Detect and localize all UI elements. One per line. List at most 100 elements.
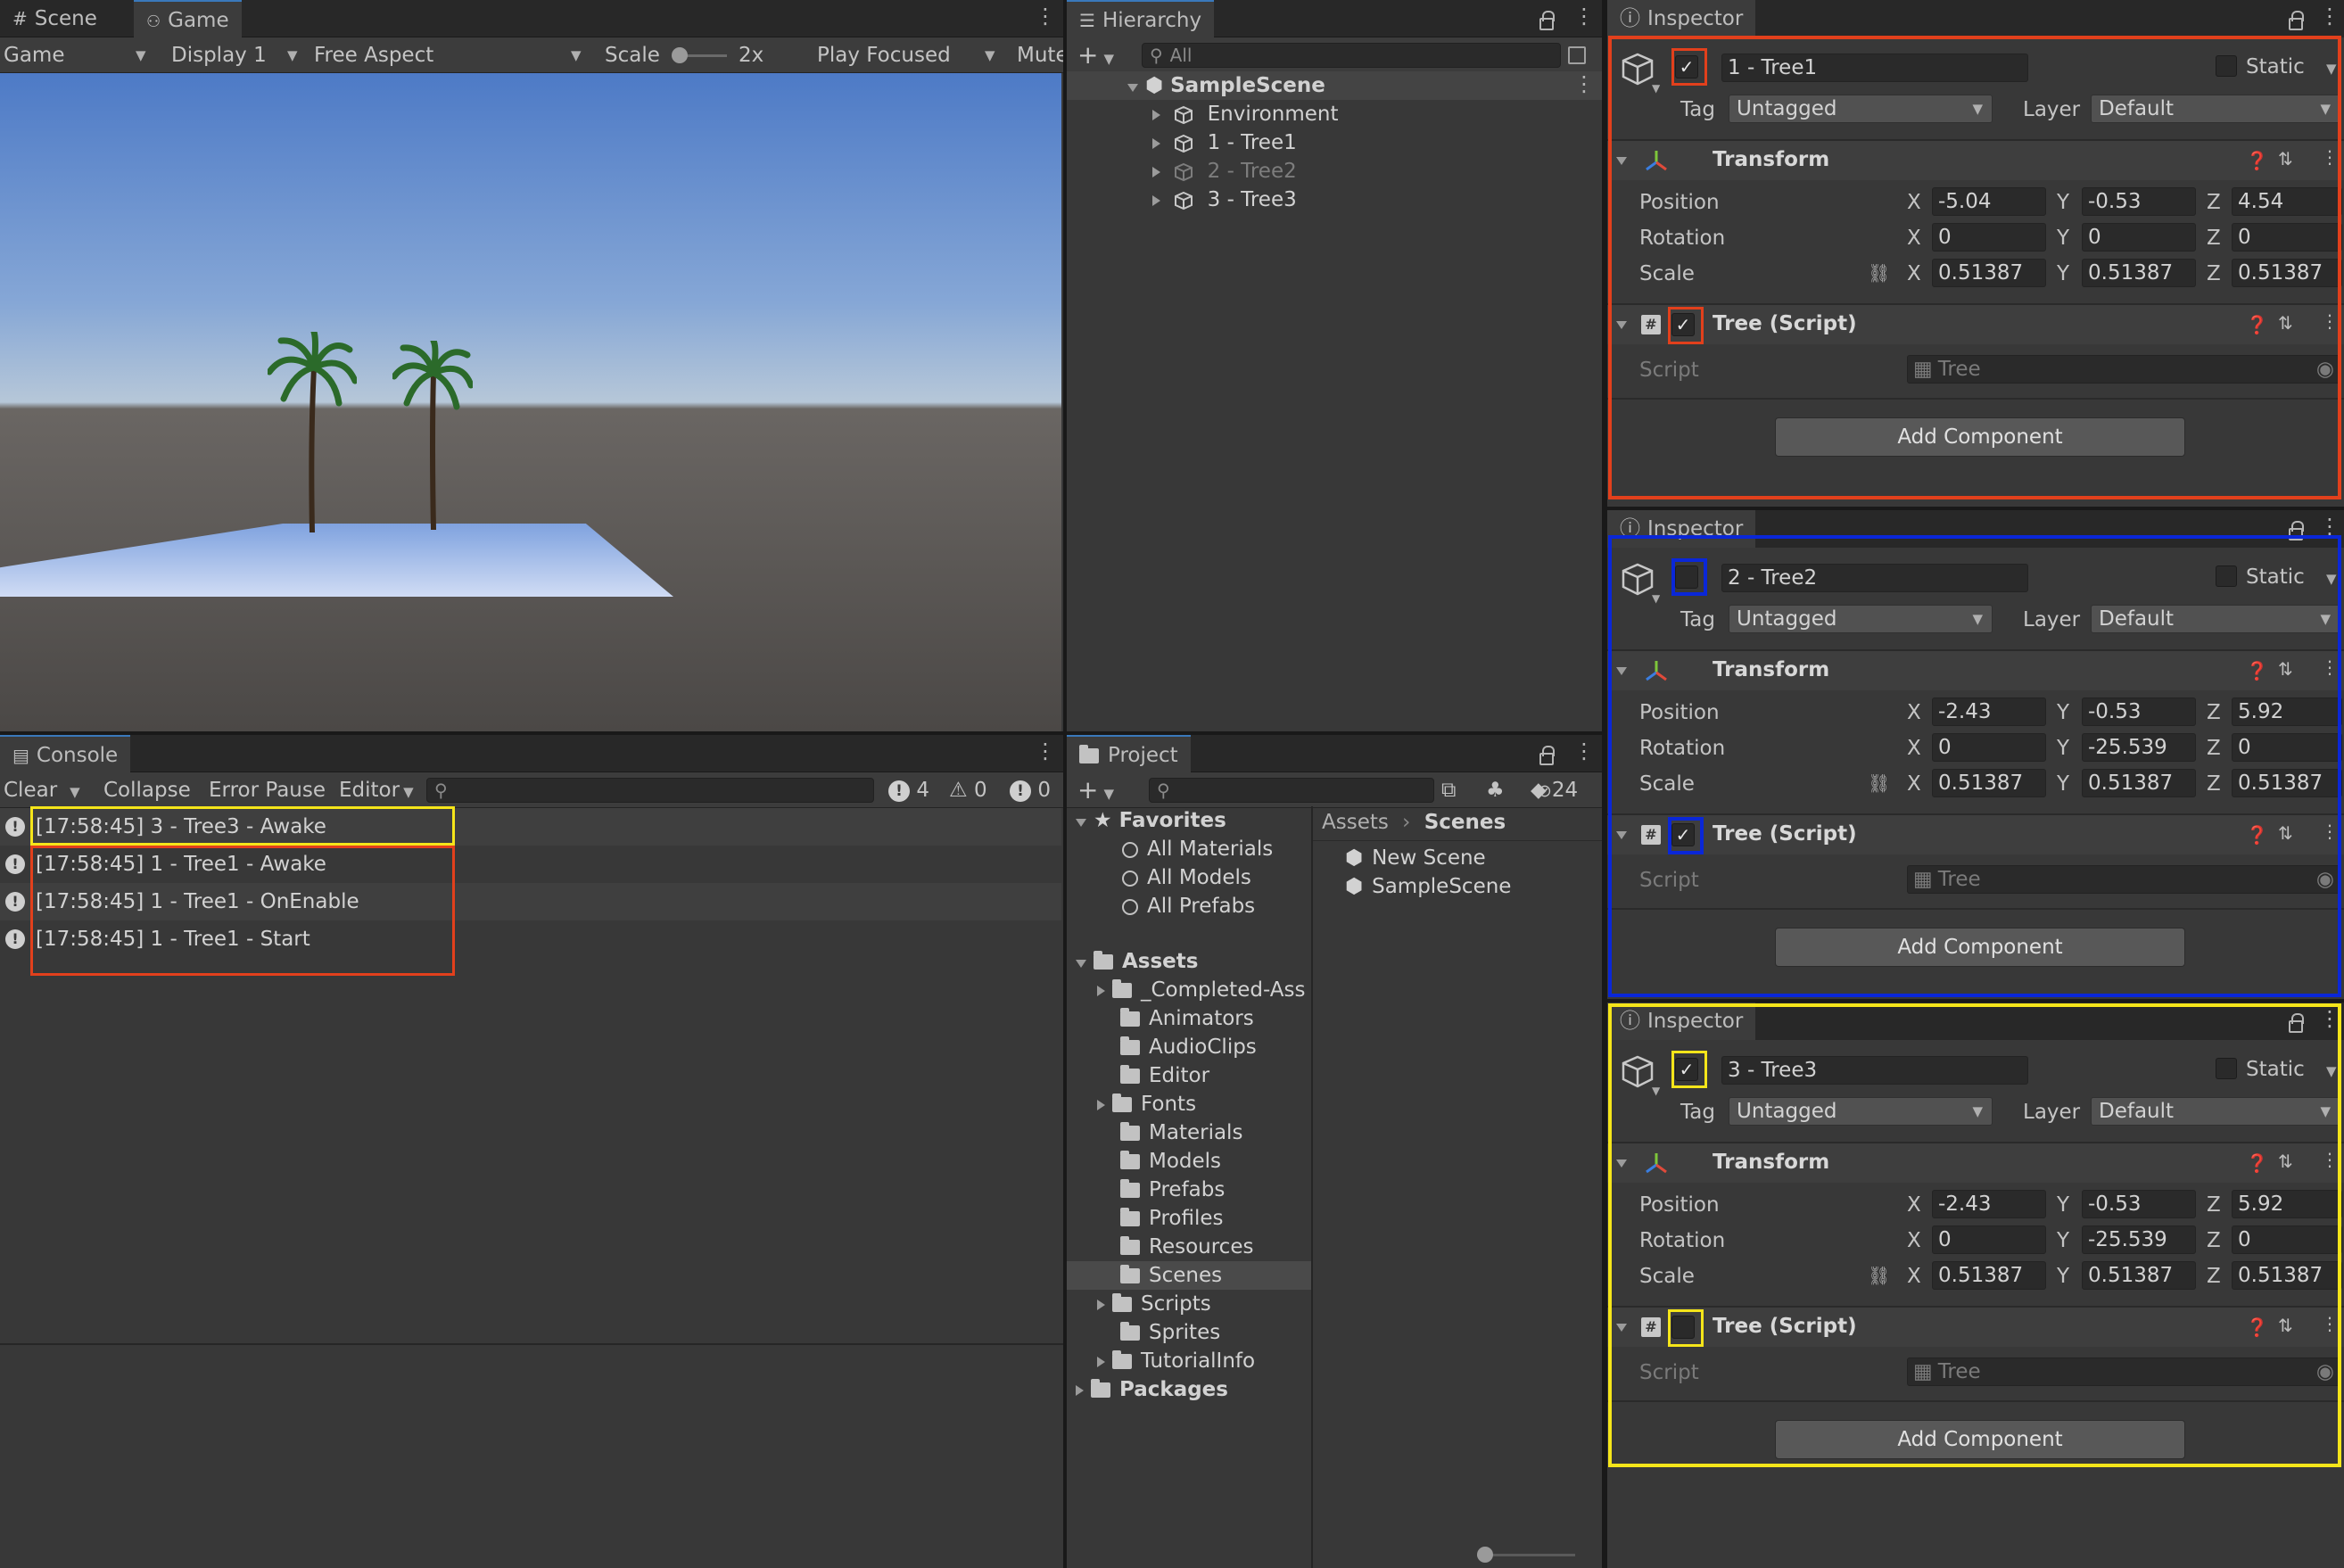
component-menu-icon[interactable]: ⋮	[2321, 1149, 2339, 1170]
component-menu-icon[interactable]: ⋮	[2321, 821, 2339, 842]
filter-type-icon[interactable]: ♣	[1486, 772, 1505, 808]
x-label[interactable]: X	[1907, 772, 1921, 796]
constrain-proportions-icon[interactable]: ⛓	[1868, 262, 1890, 284]
help-icon[interactable]: ❓	[2246, 660, 2268, 681]
lock-icon[interactable]	[1539, 746, 1555, 765]
lock-icon[interactable]	[1539, 11, 1555, 30]
tab-inspector[interactable]: ⓘ Inspector	[1607, 0, 1756, 37]
lock-icon[interactable]	[2289, 1013, 2304, 1033]
lock-icon[interactable]	[2289, 11, 2304, 30]
x-label[interactable]: X	[1907, 262, 1921, 285]
y-label[interactable]: Y	[2057, 772, 2069, 796]
y-label[interactable]: Y	[2057, 737, 2069, 760]
hierarchy-menu-icon[interactable]: ⋮	[1573, 4, 1595, 29]
tag-dropdown[interactable]: Untagged ▼	[1729, 1097, 1993, 1126]
tree-script-header[interactable]: # ✓ Tree (Script) ❓ ⇅ ⋮	[1607, 815, 2344, 854]
component-menu-icon[interactable]: ⋮	[2321, 146, 2339, 168]
scene-visibility-icon[interactable]	[1568, 46, 1586, 64]
info-count-toggle[interactable]: ! 4	[888, 772, 929, 808]
help-icon[interactable]: ❓	[2246, 314, 2268, 335]
z-label[interactable]: Z	[2207, 227, 2221, 250]
constrain-proportions-icon[interactable]: ⛓	[1868, 1265, 1890, 1286]
scale-y-field[interactable]: 0.51387	[2082, 769, 2196, 797]
scale-y-field[interactable]: 0.51387	[2082, 1261, 2196, 1290]
scale-z-field[interactable]: 0.51387	[2232, 1261, 2342, 1290]
folder-item[interactable]: _Completed-Ass	[1097, 976, 1305, 1004]
favorite-item[interactable]: All Materials	[1122, 835, 1273, 863]
z-label[interactable]: Z	[2207, 737, 2221, 760]
search-window-icon[interactable]: ⧉	[1441, 772, 1456, 808]
game-mode-dropdown[interactable]: Game ▼	[4, 37, 155, 73]
layer-dropdown[interactable]: Default ▼	[2091, 95, 2340, 123]
aspect-dropdown[interactable]: Free Aspect ▼	[314, 37, 590, 73]
folder-item[interactable]: Scenes	[1120, 1261, 1222, 1290]
game-viewport[interactable]	[0, 73, 1061, 731]
scale-x-field[interactable]: 0.51387	[1932, 1261, 2046, 1290]
object-picker-icon[interactable]: ◉	[2316, 1358, 2334, 1385]
favorite-item[interactable]: All Models	[1122, 863, 1251, 892]
gameobject-name-field[interactable]: 3 - Tree3	[1721, 1056, 2028, 1085]
expand-scene-arrow[interactable]	[1127, 84, 1138, 92]
expand-arrow[interactable]	[1152, 138, 1160, 149]
layer-dropdown[interactable]: Default ▼	[2091, 605, 2340, 633]
expand-arrow[interactable]	[1152, 195, 1160, 206]
folder-item[interactable]: Resources	[1120, 1233, 1253, 1261]
breadcrumb-assets[interactable]: Assets	[1322, 811, 1389, 834]
scene-menu-icon[interactable]: ⋮	[1573, 71, 1595, 96]
z-label[interactable]: Z	[2207, 701, 2221, 724]
collapse-button[interactable]: Collapse	[103, 772, 191, 808]
scale-z-field[interactable]: 0.51387	[2232, 259, 2342, 287]
rotation-y-field[interactable]: 0	[2082, 223, 2196, 252]
scale-slider[interactable]	[672, 47, 727, 63]
static-dropdown-caret[interactable]: ▼	[2326, 61, 2337, 77]
favorites-header[interactable]: ★ Favorites	[1076, 806, 1226, 835]
rotation-x-field[interactable]: 0	[1932, 223, 2046, 252]
breadcrumb-scenes[interactable]: Scenes	[1424, 811, 1506, 834]
tab-scene[interactable]: # Scene	[0, 0, 110, 37]
project-create-button[interactable]: + ▼	[1077, 772, 1114, 808]
hierarchy-item-tree2[interactable]: 2 - Tree2	[1152, 157, 1297, 186]
folder-item[interactable]: Materials	[1120, 1118, 1242, 1147]
component-menu-icon[interactable]: ⋮	[2321, 1313, 2339, 1334]
x-label[interactable]: X	[1907, 191, 1921, 214]
tab-inspector[interactable]: ⓘ Inspector	[1607, 510, 1756, 548]
presets-icon[interactable]: ⇅	[2278, 658, 2293, 680]
folder-item[interactable]: AudioClips	[1120, 1033, 1257, 1061]
console-menu-icon[interactable]: ⋮	[1035, 739, 1056, 763]
constrain-proportions-icon[interactable]: ⛓	[1868, 772, 1890, 794]
static-checkbox[interactable]	[2216, 55, 2237, 77]
rotation-y-field[interactable]: -25.539	[2082, 733, 2196, 762]
position-x-field[interactable]: -2.43	[1932, 1190, 2046, 1218]
help-icon[interactable]: ❓	[2246, 824, 2268, 846]
x-label[interactable]: X	[1907, 1193, 1921, 1217]
scale-z-field[interactable]: 0.51387	[2232, 769, 2342, 797]
object-picker-icon[interactable]: ◉	[2316, 356, 2334, 383]
expand-arrow[interactable]	[1152, 110, 1160, 120]
create-button[interactable]: + ▼	[1077, 37, 1114, 73]
z-label[interactable]: Z	[2207, 191, 2221, 214]
help-icon[interactable]: ❓	[2246, 1316, 2268, 1338]
folder-item[interactable]: Animators	[1120, 1004, 1254, 1033]
y-label[interactable]: Y	[2057, 191, 2069, 214]
icon-size-slider[interactable]	[1477, 1547, 1575, 1563]
help-icon[interactable]: ❓	[2246, 1152, 2268, 1174]
warning-count-toggle[interactable]: ⚠ 0	[949, 772, 987, 808]
tab-inspector[interactable]: ⓘ Inspector	[1607, 1003, 1756, 1040]
tab-hierarchy[interactable]: ☰ Hierarchy	[1067, 0, 1215, 37]
game-menu-icon[interactable]: ⋮	[1035, 4, 1056, 29]
error-pause-button[interactable]: Error Pause	[209, 772, 326, 808]
x-label[interactable]: X	[1907, 227, 1921, 250]
scale-slider-handle[interactable]	[672, 47, 688, 63]
static-dropdown-caret[interactable]: ▼	[2326, 1063, 2337, 1079]
y-label[interactable]: Y	[2057, 1193, 2069, 1217]
tree-script-header[interactable]: # ✓ Tree (Script) ❓ ⇅ ⋮	[1607, 305, 2344, 344]
inspector-menu-icon[interactable]: ⋮	[2319, 1006, 2340, 1031]
static-checkbox[interactable]	[2216, 565, 2237, 587]
static-checkbox[interactable]	[2216, 1058, 2237, 1079]
position-x-field[interactable]: -5.04	[1932, 187, 2046, 216]
x-label[interactable]: X	[1907, 737, 1921, 760]
presets-icon[interactable]: ⇅	[2278, 312, 2293, 334]
icon-size-slider-handle[interactable]	[1477, 1547, 1493, 1563]
rotation-x-field[interactable]: 0	[1932, 733, 2046, 762]
folder-item[interactable]: Editor	[1120, 1061, 1209, 1090]
